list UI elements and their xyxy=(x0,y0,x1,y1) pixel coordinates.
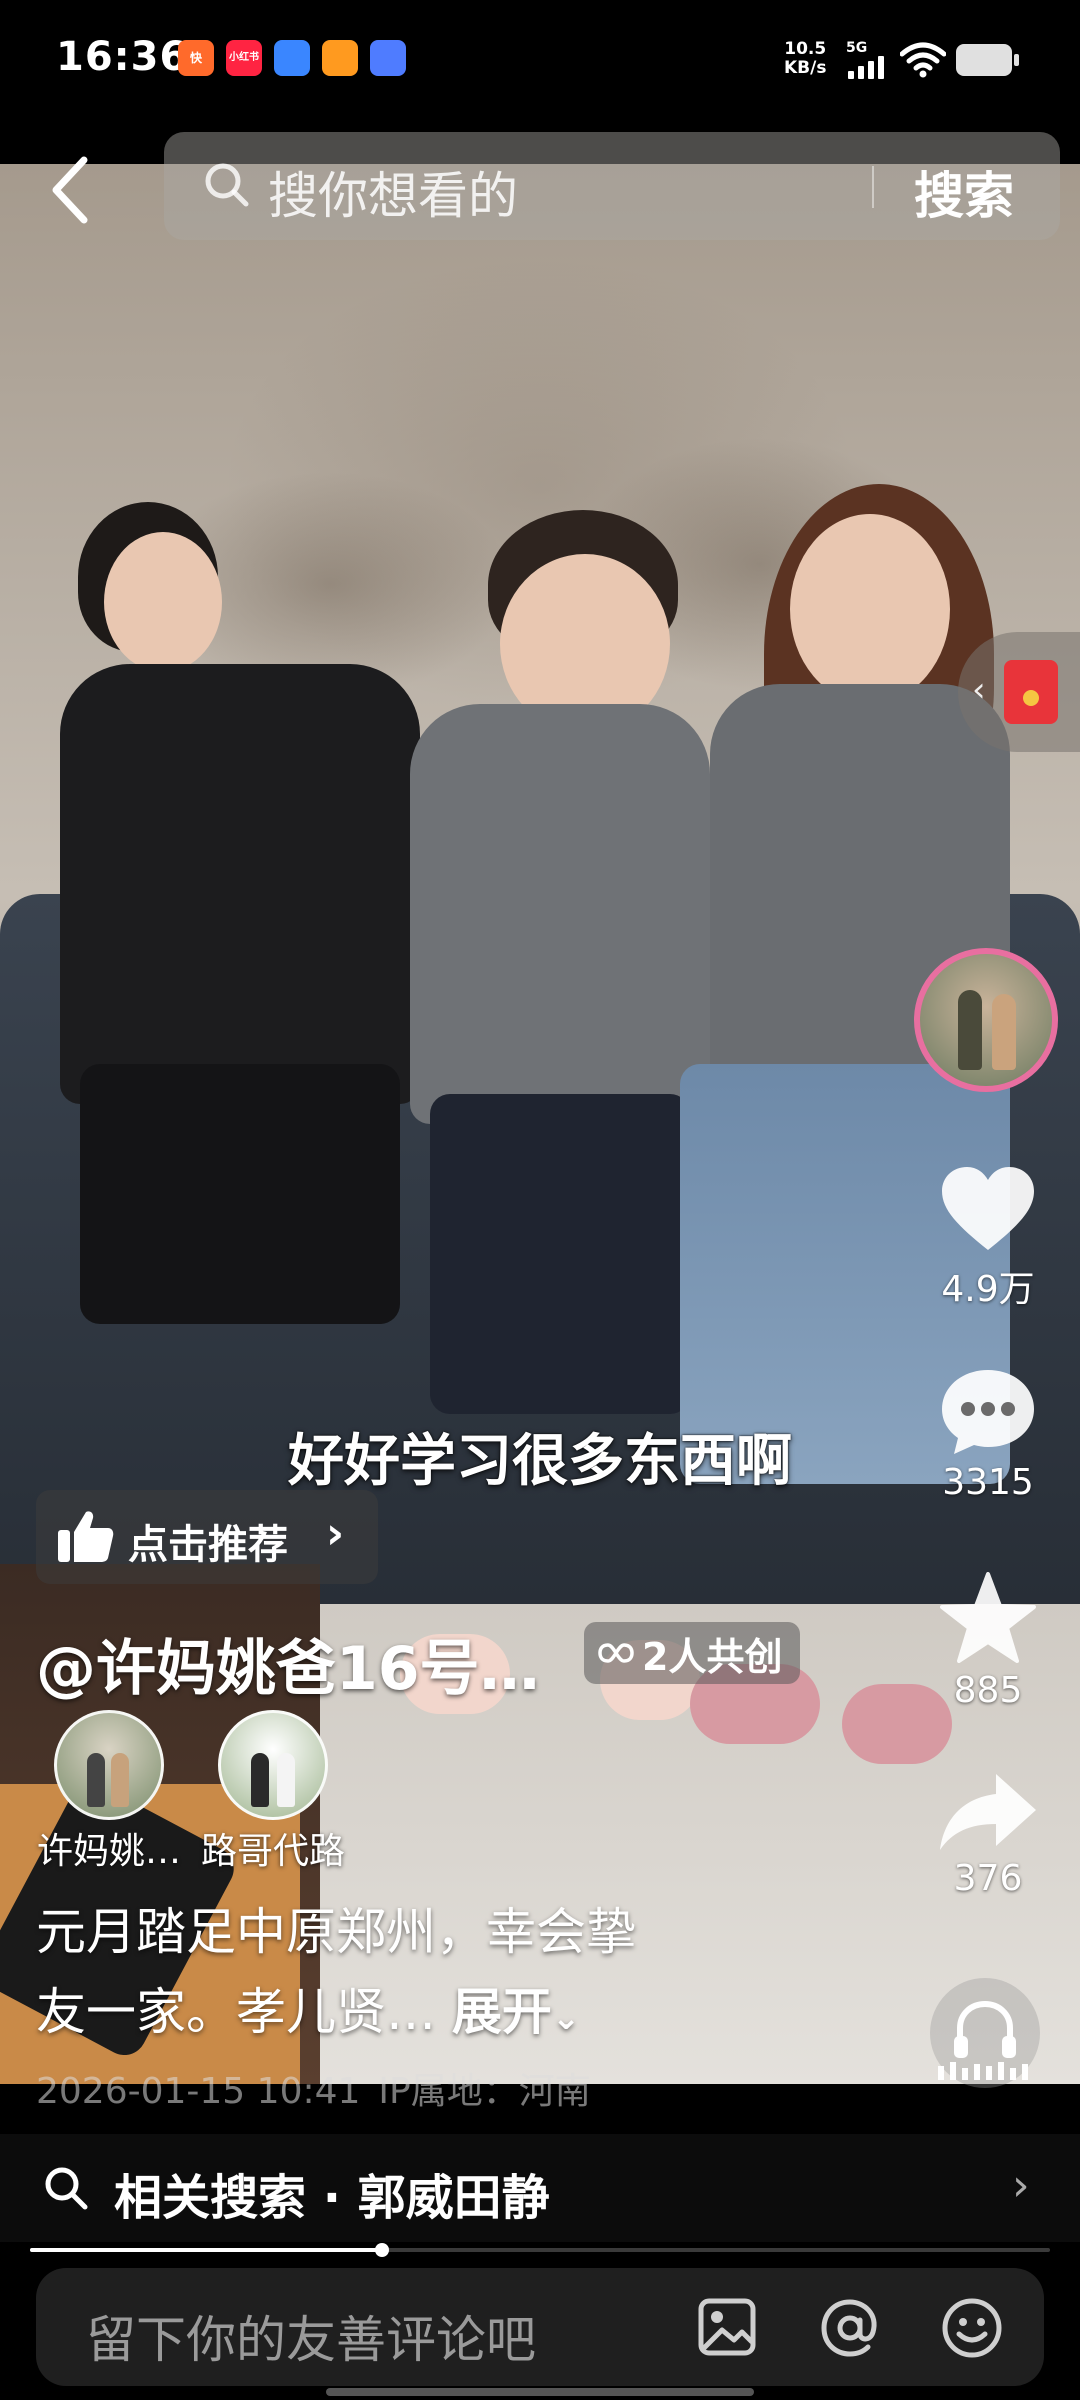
avatar-figure xyxy=(958,990,982,1070)
author-name-link[interactable]: @许妈姚爸16号… xyxy=(36,1620,540,1707)
chevron-right-icon: › xyxy=(1012,2160,1030,2211)
cocreate-chip[interactable]: 2人共创 xyxy=(584,1622,801,1684)
emoji-icon[interactable] xyxy=(940,2296,1004,2360)
like-count: 4.9万 xyxy=(941,1269,1035,1310)
post-meta: 2026-01-15 10:41 IP属地：河南 xyxy=(36,2062,591,2114)
like-button[interactable]: 4.9万 xyxy=(918,1164,1058,1312)
progress-knob[interactable] xyxy=(374,2243,389,2257)
battery-tip xyxy=(1014,54,1019,66)
status-time: 16:36 xyxy=(56,34,189,80)
description-line-2: 友一家。孝儿贤… 展开⌄ xyxy=(36,1972,776,2058)
chevron-right-icon: › xyxy=(326,1508,345,1559)
related-search-bar[interactable]: 相关搜索 · 郭威田静 › xyxy=(0,2134,1080,2242)
share-count: 376 xyxy=(953,1858,1023,1899)
search-icon xyxy=(45,2167,88,2210)
headphones-icon xyxy=(938,2000,1028,2080)
wifi-icon xyxy=(900,42,946,78)
blue-app-icon xyxy=(274,40,310,76)
recommend-button[interactable]: 点击推荐 › xyxy=(36,1490,378,1584)
search-bar[interactable]: 搜你想看的 搜索 xyxy=(164,132,1060,240)
search-button[interactable]: 搜索 xyxy=(914,156,1014,228)
red-packet-icon xyxy=(1004,660,1058,724)
post-date: 2026-01-15 10:41 xyxy=(36,2071,361,2112)
xiaohongshu-app-icon: 小红书 xyxy=(226,40,262,76)
red-packet-widget[interactable]: ‹ xyxy=(958,632,1080,752)
signal-icon xyxy=(848,56,884,79)
video-progress-bar[interactable] xyxy=(30,2243,1050,2257)
description-line: 元月踏足中原郑州，幸会挚 xyxy=(36,1903,636,1961)
battery-icon xyxy=(956,44,1012,76)
ip-location: IP属地：河南 xyxy=(378,2071,591,2112)
message-app-icon xyxy=(370,40,406,76)
video-subtitle: 好好学习很多东西啊 xyxy=(288,1429,792,1494)
kuaishou-app-icon: 快 xyxy=(178,40,214,76)
author-avatar[interactable] xyxy=(914,948,1058,1092)
share-button[interactable]: 376 xyxy=(918,1770,1058,1899)
video-description[interactable]: 元月踏足中原郑州，幸会挚 友一家。孝儿贤… 展开⌄ xyxy=(36,1892,776,2058)
favorite-count: 885 xyxy=(953,1670,1023,1711)
recommend-label: 点击推荐 xyxy=(128,1522,288,1568)
notification-app-icons: 快 小红书 xyxy=(178,40,406,76)
search-divider xyxy=(872,166,874,208)
avatar-figure xyxy=(992,994,1016,1070)
cocreate-label: 2人共创 xyxy=(642,1634,783,1679)
weibo-app-icon xyxy=(322,40,358,76)
image-icon[interactable] xyxy=(696,2296,758,2358)
comment-bar[interactable]: 留下你的友善评论吧 xyxy=(36,2268,1044,2386)
progress-fill xyxy=(30,2248,382,2252)
expand-label: 展开 xyxy=(451,1983,552,2041)
favorite-button[interactable]: 885 xyxy=(918,1570,1058,1711)
search-input[interactable]: 搜你想看的 xyxy=(268,156,518,228)
thumbs-up-icon xyxy=(58,1511,114,1562)
status-bar: 16:36 快 小红书 10.5 KB/s 5G xyxy=(0,0,1080,124)
chevron-left-icon: ‹ xyxy=(972,670,986,710)
audio-button[interactable] xyxy=(930,1978,1040,2088)
creator-item[interactable]: 路哥代路 xyxy=(188,1710,358,1874)
related-search-label: 相关搜索 · 郭威田静 xyxy=(114,2170,550,2226)
net-speed-value: 10.5 xyxy=(784,39,827,59)
heart-icon xyxy=(942,1167,1034,1250)
creator-name: 许妈姚… xyxy=(36,1831,181,1872)
link-infinity-icon xyxy=(598,1643,634,1663)
creator-item[interactable]: 许妈姚… xyxy=(24,1710,194,1874)
at-mention-icon[interactable] xyxy=(818,2296,882,2360)
creator-avatar xyxy=(218,1710,328,1820)
network-speed: 10.5 KB/s xyxy=(784,40,826,78)
comment-input[interactable]: 留下你的友善评论吧 xyxy=(86,2300,536,2372)
back-button[interactable] xyxy=(42,150,102,230)
net-speed-unit: KB/s xyxy=(784,58,827,78)
creator-name: 路哥代路 xyxy=(200,1831,345,1872)
creator-avatar xyxy=(54,1710,164,1820)
search-icon xyxy=(205,163,249,207)
chevron-down-icon: ⌄ xyxy=(551,1998,581,2038)
network-type: 5G xyxy=(846,40,868,56)
home-indicator[interactable] xyxy=(326,2388,754,2396)
expand-link[interactable]: 展开⌄ xyxy=(452,1983,581,2041)
description-text: 友一家。孝儿贤… xyxy=(36,1983,436,2041)
star-icon xyxy=(940,1572,1036,1663)
share-arrow-icon xyxy=(940,1774,1036,1850)
